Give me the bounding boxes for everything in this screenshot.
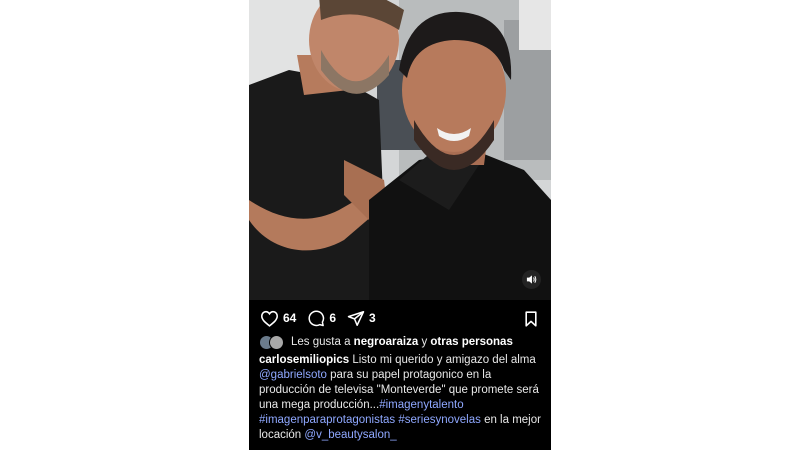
caption-hashtag[interactable]: #seriesynovelas (398, 414, 480, 426)
caption-hashtag[interactable]: #imagenparaprotagonistas (259, 414, 395, 426)
like-count: 64 (283, 311, 297, 325)
like-action[interactable]: 64 (260, 310, 296, 327)
caption-line: carlosemiliopics Listo mi querido y amig… (259, 353, 544, 368)
post-container: 64 6 3 Les gusta a negroaraiza y otras p… (249, 0, 551, 450)
caption-text: producción de televisa "Monteverde" que … (259, 384, 539, 396)
liked-by-others[interactable]: otras personas (430, 336, 512, 348)
caption-line: @gabrielsoto para su papel protagonico e… (259, 368, 544, 383)
liker-avatars (259, 334, 287, 350)
share-count: 3 (369, 311, 376, 325)
caption-line: locación @v_beautysalon_ (259, 428, 544, 443)
speaker-icon (526, 275, 537, 284)
comment-action[interactable]: 6 (307, 309, 336, 327)
caption-text: para su papel protagonico en la (330, 369, 492, 381)
liked-by-user[interactable]: negroaraiza (354, 336, 419, 348)
comment-icon[interactable] (307, 309, 325, 327)
caption-text: locación (259, 429, 302, 441)
bookmark-button[interactable] (524, 311, 538, 332)
post-actions-bar: 64 6 3 (249, 303, 551, 333)
avatar (269, 335, 284, 350)
post-caption: carlosemiliopics Listo mi querido y amig… (259, 353, 544, 443)
caption-username[interactable]: carlosemiliopics (259, 354, 349, 366)
send-icon[interactable] (347, 310, 365, 327)
caption-mention[interactable]: @v_beautysalon_ (304, 429, 396, 441)
caption-text: una mega producción... (259, 399, 380, 411)
caption-hashtag[interactable]: #imagenytalento (379, 399, 463, 411)
caption-line: producción de televisa "Monteverde" que … (259, 383, 544, 398)
bookmark-icon[interactable] (524, 311, 538, 327)
caption-line: una mega producción...#imagenytalento (259, 398, 544, 413)
caption-text: Listo mi querido y amigazo del alma (352, 354, 536, 366)
liked-by-row[interactable]: Les gusta a negroaraiza y otras personas (259, 333, 513, 351)
comment-count: 6 (329, 311, 337, 325)
caption-text: en la mejor (484, 414, 541, 426)
caption-line: #imagenparaprotagonistas #seriesynovelas… (259, 413, 544, 428)
audio-toggle-button[interactable] (522, 270, 541, 289)
photo-illustration (249, 0, 551, 300)
share-action[interactable]: 3 (347, 310, 376, 327)
caption-mention[interactable]: @gabrielsoto (259, 369, 327, 381)
liked-by-connector: y (421, 336, 428, 348)
liked-by-prefix: Les gusta a (291, 336, 351, 348)
post-photo[interactable] (249, 0, 551, 300)
heart-icon[interactable] (260, 310, 279, 327)
